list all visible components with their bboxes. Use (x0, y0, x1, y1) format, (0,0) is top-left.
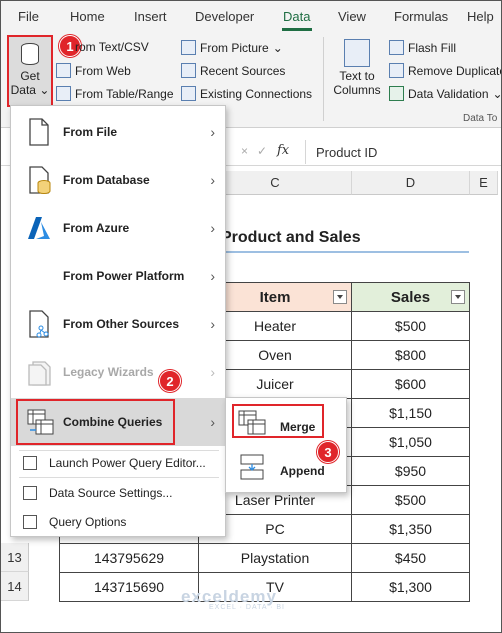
header-sales: Sales (352, 282, 470, 312)
tab-file[interactable]: File (18, 9, 39, 24)
azure-icon (28, 217, 50, 239)
from-web-button[interactable]: From Web (56, 63, 131, 78)
recent-sources-button[interactable]: Recent Sources (181, 63, 285, 78)
step-badge-2: 2 (159, 370, 181, 392)
table-cell-product-id[interactable]: 143795629 (59, 544, 199, 573)
connections-icon (181, 86, 196, 101)
tab-developer[interactable]: Developer (195, 9, 254, 24)
menu-item-legacy-wizards: Legacy Wizards › (11, 348, 225, 396)
table-cell-sales[interactable]: $1,350 (352, 515, 470, 544)
power-query-editor-icon (23, 456, 37, 470)
append-icon (240, 454, 264, 480)
table-cell-sales[interactable]: $800 (352, 341, 470, 370)
combine-queries-highlight (16, 399, 175, 445)
from-table-range-button[interactable]: From Table/Range (56, 86, 174, 101)
filter-dropdown-icon[interactable] (333, 290, 347, 304)
table-cell-product-id[interactable]: 143715690 (59, 573, 199, 602)
tab-data[interactable]: Data (283, 9, 310, 24)
menu-item-from-file[interactable]: From File › (11, 108, 225, 156)
file-icon (29, 118, 49, 146)
merge-highlight (232, 404, 324, 438)
remove-duplicates-icon (389, 63, 404, 78)
legacy-wizards-icon (28, 361, 51, 386)
menu-separator (19, 477, 219, 478)
table-cell-sales[interactable]: $500 (352, 486, 470, 515)
menu-item-data-source-settings[interactable]: Data Source Settings... (11, 480, 225, 506)
text-to-columns-icon (344, 39, 370, 67)
table-cell-item[interactable]: Playstation (199, 544, 352, 573)
get-data-label-1: Get (20, 69, 40, 83)
other-sources-icon (29, 310, 49, 338)
text-to-columns-label-2: Columns (333, 83, 381, 97)
watermark-tagline: EXCEL · DATA · BI (209, 604, 285, 611)
text-to-columns-label-1: Text to (339, 69, 375, 83)
filter-dropdown-icon[interactable] (451, 290, 465, 304)
submenu-arrow-icon: › (210, 268, 215, 284)
text-to-columns-button[interactable]: Text to Columns (331, 39, 383, 97)
row-header-14[interactable]: 14 (1, 572, 29, 601)
submenu-arrow-icon: › (210, 414, 215, 430)
from-text-csv-button[interactable]: rom Text/CSV (75, 40, 149, 54)
tab-insert[interactable]: Insert (134, 9, 167, 24)
recent-sources-icon (181, 63, 196, 78)
sheet-title: Product and Sales (221, 229, 361, 246)
from-picture-button[interactable]: From Picture ⌄ (181, 40, 283, 55)
table-cell-sales[interactable]: $1,150 (352, 399, 470, 428)
column-header-e[interactable]: E (470, 171, 498, 195)
table-cell-sales[interactable]: $1,050 (352, 428, 470, 457)
enter-icon[interactable]: ✓ (257, 144, 267, 158)
query-options-icon (23, 515, 37, 529)
table-cell-sales[interactable]: $950 (352, 457, 470, 486)
flash-fill-icon (389, 40, 404, 55)
data-tools-group-label: Data To (463, 113, 498, 124)
table-icon (56, 86, 71, 101)
database-icon (29, 166, 51, 194)
tab-home[interactable]: Home (70, 9, 105, 24)
insert-function-icon[interactable]: fx (277, 143, 289, 158)
table-cell-sales[interactable]: $600 (352, 370, 470, 399)
column-header-d[interactable]: D (352, 171, 470, 195)
data-validation-button[interactable]: Data Validation ⌄ (389, 86, 501, 101)
submenu-arrow-icon: › (210, 220, 215, 236)
submenu-arrow-icon: › (210, 364, 215, 380)
menu-item-launch-power-query-editor[interactable]: Launch Power Query Editor... (11, 450, 225, 476)
web-icon (56, 63, 71, 78)
menu-item-from-database[interactable]: From Database › (11, 156, 225, 204)
menu-item-from-power-platform[interactable]: From Power Platform › (11, 252, 225, 300)
excel-window: File Home Insert Developer Data View For… (0, 0, 502, 633)
data-source-settings-icon (23, 486, 37, 500)
menu-item-from-other-sources[interactable]: From Other Sources › (11, 300, 225, 348)
active-tab-indicator (282, 28, 312, 31)
data-validation-icon (389, 86, 404, 101)
tab-help[interactable]: Help (467, 9, 494, 24)
tab-view[interactable]: View (338, 9, 366, 24)
table-cell-sales[interactable]: $450 (352, 544, 470, 573)
remove-duplicates-button[interactable]: Remove Duplicate (389, 63, 501, 78)
row-header-13[interactable]: 13 (1, 543, 29, 572)
submenu-arrow-icon: › (210, 316, 215, 332)
submenu-arrow-icon: › (210, 124, 215, 140)
formula-input[interactable]: Product ID (305, 140, 501, 164)
menu-bar: File Home Insert Developer Data View For… (1, 1, 501, 33)
tab-formulas[interactable]: Formulas (394, 9, 448, 24)
get-data-button[interactable]: Get Data ⌄ (7, 35, 53, 107)
menu-item-query-options[interactable]: Query Options (11, 509, 225, 535)
get-data-label-2: Data ⌄ (10, 83, 50, 97)
title-underline (221, 251, 469, 253)
menu-item-from-azure[interactable]: From Azure › (11, 204, 225, 252)
picture-icon (181, 40, 196, 55)
flash-fill-button[interactable]: Flash Fill (389, 40, 456, 55)
database-icon (21, 43, 39, 65)
table-cell-sales[interactable]: $1,300 (352, 573, 470, 602)
step-badge-3: 3 (317, 441, 339, 463)
ribbon-separator (323, 37, 324, 121)
cancel-icon[interactable]: × (241, 144, 248, 158)
table-cell-sales[interactable]: $500 (352, 312, 470, 341)
existing-connections-button[interactable]: Existing Connections (181, 86, 312, 101)
submenu-arrow-icon: › (210, 172, 215, 188)
get-data-menu: From File › From Database › From Azure ›… (10, 105, 226, 537)
